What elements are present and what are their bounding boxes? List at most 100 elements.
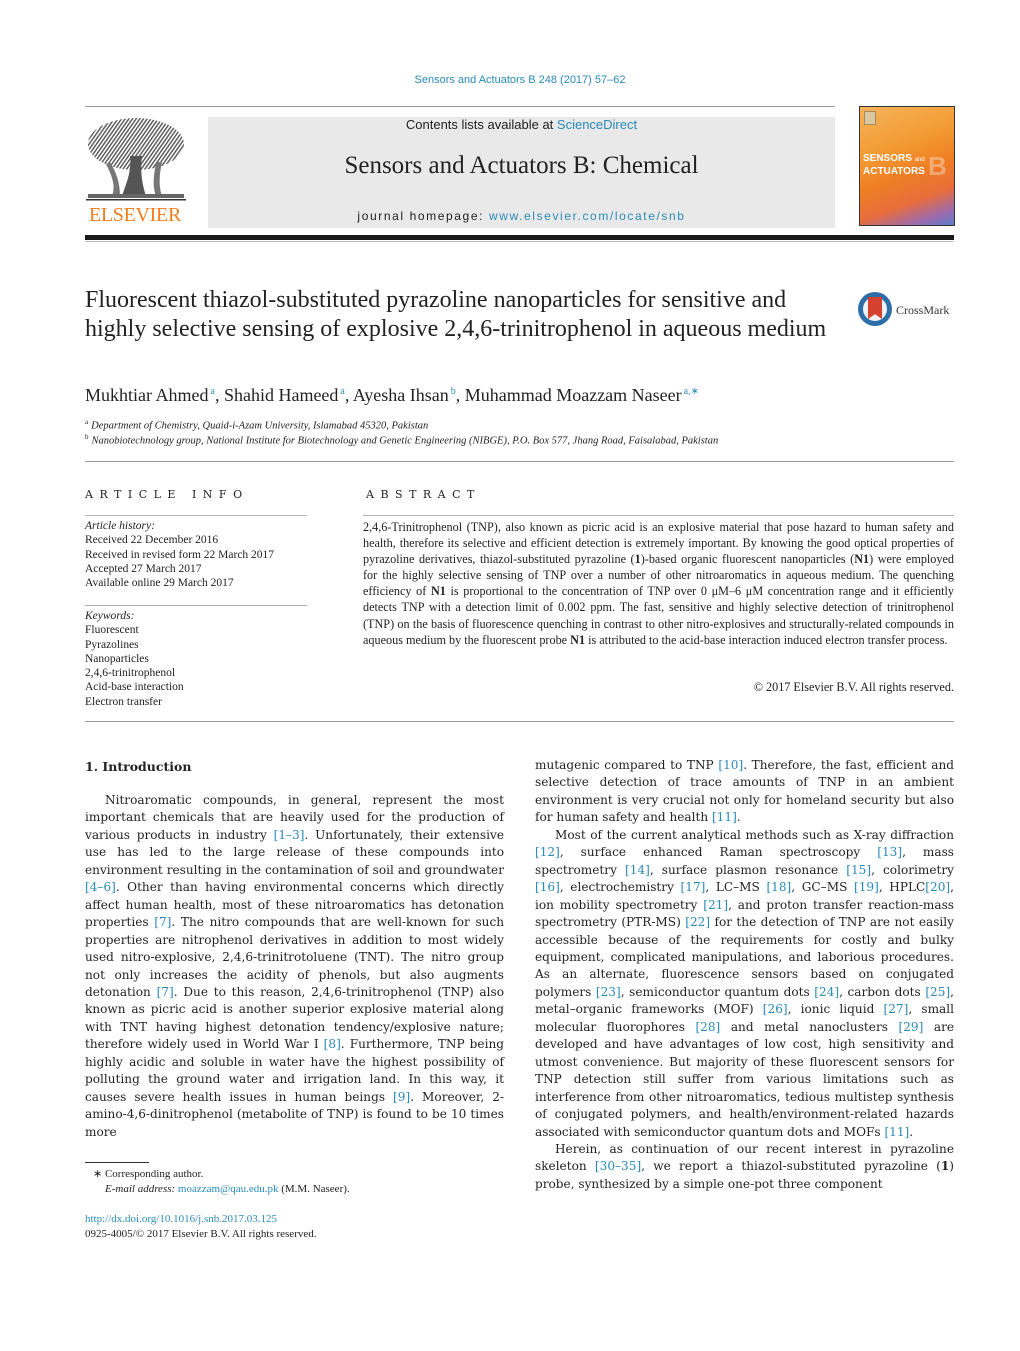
citation-link[interactable]: [20] xyxy=(925,880,950,894)
journal-banner: Contents lists available at ScienceDirec… xyxy=(208,117,835,228)
keyword-item: Acid-base interaction xyxy=(85,681,184,694)
citation-link[interactable]: [14] xyxy=(625,863,650,877)
contents-prefix: Contents lists available at xyxy=(405,117,557,132)
citation-link[interactable]: [23] xyxy=(596,985,621,999)
text-run: , surface plasmon resonance xyxy=(649,862,847,877)
abstract-text: 2,4,6-Trinitrophenol (TNP), also known a… xyxy=(363,519,954,648)
author-name[interactable]: Ayesha Ihsan xyxy=(353,385,449,405)
citation-link[interactable]: [8] xyxy=(324,1037,341,1051)
text-run: is attributed to the acid-base interacti… xyxy=(585,632,948,647)
footnote-divider xyxy=(85,1162,149,1163)
cover-title-line2: ACTUATORS xyxy=(863,166,925,177)
crossmark-label: CrossMark xyxy=(896,303,950,317)
affiliation-divider xyxy=(85,461,954,462)
crossmark-badge[interactable]: CrossMark xyxy=(858,292,958,330)
journal-reference-link[interactable]: Sensors and Actuators B 248 (2017) 57–62 xyxy=(0,74,1020,86)
keywords-section: Keywords: Fluorescent Pyrazolines Nanopart… xyxy=(85,609,315,709)
abstract-heading: ABSTRACT xyxy=(366,488,481,501)
journal-cover-thumbnail[interactable]: SENSORS and ACTUATORS B xyxy=(859,106,955,226)
text-run: , colorimetry xyxy=(871,862,954,877)
citation-link[interactable]: [27] xyxy=(884,1002,909,1016)
sciencedirect-link[interactable]: ScienceDirect xyxy=(557,117,637,132)
text-run: mutagenic compared to TNP xyxy=(535,758,719,772)
text-run: , LC–MS xyxy=(705,880,767,895)
author-affiliation-mark[interactable]: a xyxy=(340,386,344,397)
email-link[interactable]: moazzam@qau.edu.pk xyxy=(178,1183,279,1195)
affiliation: b Nanobiotechnology group, National Insti… xyxy=(85,433,718,447)
text-run: , ionic liquid xyxy=(787,1002,884,1017)
affiliation-mark: a xyxy=(85,418,89,426)
citation-link[interactable]: [25] xyxy=(925,985,950,999)
email-note: E-mail address: moazzam@qau.edu.pk (M.M.… xyxy=(85,1182,505,1197)
body-paragraph: mutagenic compared to TNP [10]. Therefor… xyxy=(535,757,954,827)
citation-link[interactable]: [10] xyxy=(718,758,743,772)
author-affiliation-mark[interactable]: a,∗ xyxy=(684,386,699,397)
cover-title-and: and xyxy=(914,157,925,163)
cover-letter: B xyxy=(928,151,947,181)
abstract-divider xyxy=(363,515,954,516)
citation-link[interactable]: [1–3] xyxy=(274,828,305,842)
citation-link[interactable]: [11] xyxy=(712,810,737,824)
author-name[interactable]: Muhammad Moazzam Naseer xyxy=(465,385,682,405)
citation-link[interactable]: [13] xyxy=(877,845,902,859)
text-run: Most of the current analytical methods s… xyxy=(555,827,954,842)
cover-title-line1: SENSORS xyxy=(863,153,912,164)
text-run: , semiconductor quantum dots xyxy=(620,984,815,999)
citation-link[interactable]: [21] xyxy=(703,898,728,912)
text-run: . xyxy=(909,1124,914,1139)
text-run: and metal nanoclusters xyxy=(720,1019,899,1034)
corresponding-mark: ∗ xyxy=(93,1168,103,1180)
citation-link[interactable]: [24] xyxy=(814,985,839,999)
citation-link[interactable]: [22] xyxy=(685,915,710,929)
keyword-item: 2,4,6-trinitrophenol xyxy=(85,667,176,680)
author-name[interactable]: Mukhtiar Ahmed xyxy=(85,385,209,405)
homepage-prefix: journal homepage: xyxy=(357,209,489,223)
citation-link[interactable]: [19] xyxy=(854,880,879,894)
citation-link[interactable]: [12] xyxy=(535,845,560,859)
text-run: , we report a thiazol-substituted pyrazo… xyxy=(641,1159,941,1174)
doi-link[interactable]: http://dx.doi.org/10.1016/j.snb.2017.03.… xyxy=(85,1213,277,1225)
keywords-label: Keywords: xyxy=(85,610,135,622)
journal-homepage-link[interactable]: www.elsevier.com/locate/snb xyxy=(489,209,686,223)
citation-link[interactable]: [15] xyxy=(846,863,871,877)
doi-block: http://dx.doi.org/10.1016/j.snb.2017.03.… xyxy=(85,1212,505,1242)
citation-link[interactable]: [7] xyxy=(154,915,171,929)
issn-copyright: 0925-4005/© 2017 Elsevier B.V. All right… xyxy=(85,1228,317,1240)
section-heading-introduction: 1. Introduction xyxy=(85,759,192,774)
affiliation-mark: b xyxy=(85,433,89,441)
citation-link[interactable]: [9] xyxy=(393,1090,410,1104)
text-run: , HPLC xyxy=(878,880,926,895)
keyword-item: Pyrazolines xyxy=(85,638,139,651)
compound-label: N1 xyxy=(570,632,586,647)
author-affiliation-mark[interactable]: b xyxy=(451,386,456,397)
keyword-item: Nanoparticles xyxy=(85,652,149,665)
history-list: Received 22 December 2016 Received in rev… xyxy=(85,533,315,590)
author-name[interactable]: Shahid Hameed xyxy=(224,385,338,405)
keyword-item: Electron transfer xyxy=(85,695,162,708)
journal-title: Sensors and Actuators B: Chemical xyxy=(344,152,699,179)
citation-link[interactable]: [29] xyxy=(898,1020,923,1034)
elsevier-wordmark: ELSEVIER xyxy=(88,204,182,226)
citation-link[interactable]: [11] xyxy=(884,1125,909,1139)
citation-link[interactable]: [28] xyxy=(695,1020,720,1034)
citation-link[interactable]: [7] xyxy=(157,985,174,999)
affiliation: a Department of Chemistry, Quaid-i-Azam U… xyxy=(85,418,428,432)
header-divider xyxy=(85,106,835,107)
author-affiliation-mark[interactable]: a xyxy=(211,386,215,397)
citation-link[interactable]: [26] xyxy=(763,1002,788,1016)
history-item: Received in revised form 22 March 2017 xyxy=(85,548,275,561)
keywords-divider xyxy=(85,605,307,606)
citation-link[interactable]: [30–35] xyxy=(595,1159,641,1173)
text-run: )-based organic fluorescent nanoparticle… xyxy=(640,552,855,567)
citation-link[interactable]: [16] xyxy=(535,880,560,894)
text-run: , carbon dots xyxy=(839,984,926,999)
citation-link[interactable]: [17] xyxy=(681,880,706,894)
text-run: , surface enhanced Raman spectroscopy xyxy=(559,845,878,860)
corresponding-author-note: ∗ Corresponding author. xyxy=(85,1167,505,1182)
elsevier-logo[interactable]: ELSEVIER xyxy=(85,116,186,228)
header-thin-divider xyxy=(85,241,954,242)
citation-link[interactable]: [4–6] xyxy=(85,880,116,894)
body-paragraph: Most of the current analytical methods s… xyxy=(535,827,954,1141)
citation-link[interactable]: [18] xyxy=(766,880,791,894)
elsevier-tree-icon xyxy=(86,118,186,201)
